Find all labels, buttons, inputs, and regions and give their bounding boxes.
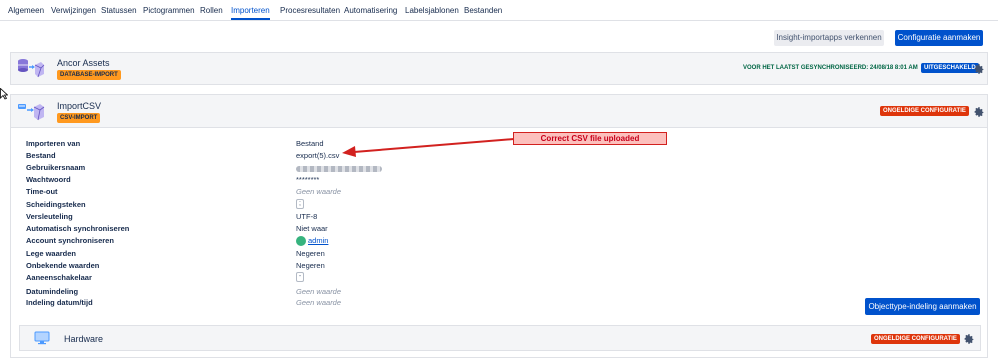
tab-labelsjablonen[interactable]: Labelsjablonen: [405, 6, 459, 15]
property-value: Geen waarde: [296, 187, 342, 196]
create-configuration-button[interactable]: Configuratie aanmaken: [895, 30, 983, 46]
csv-import-icon: [18, 104, 45, 121]
property-value: Geen waarde: [296, 287, 342, 296]
tab-algemeen[interactable]: Algemeen: [8, 6, 44, 15]
property-value: Negeren: [296, 249, 325, 258]
property-label: Lege waarden: [26, 249, 77, 258]
object-type-mapping-hardware[interactable]: Hardware ONGELDIGE CONFIGURATIE: [19, 325, 981, 351]
mouse-cursor-icon: [0, 88, 8, 100]
property-label: Wachtwoord: [26, 175, 71, 184]
tab-rollen[interactable]: Rollen: [200, 6, 223, 15]
password-value: ********: [296, 175, 320, 184]
import-title[interactable]: ImportCSV: [57, 101, 101, 111]
import-header: ImportCSV CSV-IMPORT ONGELDIGE CONFIGURA…: [11, 95, 987, 128]
property-label: Versleuteling: [26, 212, 73, 221]
settings-tabs: Algemeen Verwijzingen Statussen Pictogra…: [0, 0, 998, 21]
tab-statussen[interactable]: Statussen: [101, 6, 137, 15]
tab-automatisering[interactable]: Automatisering: [344, 6, 397, 15]
property-label: Importeren van: [26, 139, 81, 148]
property-label: Onbekende waarden: [26, 261, 100, 270]
property-label: Account synchroniseren: [26, 236, 114, 245]
account-link[interactable]: admin: [308, 236, 328, 245]
property-value: Geen waarde: [296, 298, 342, 307]
tab-pictogrammen[interactable]: Pictogrammen: [143, 6, 195, 15]
import-config-importcsv: ImportCSV CSV-IMPORT ONGELDIGE CONFIGURA…: [10, 94, 988, 358]
avatar: [296, 236, 306, 246]
gear-icon[interactable]: [973, 106, 985, 118]
last-synced-text: VOOR HET LAATST GESYNCHRONISEERD: 24/08/…: [743, 65, 918, 71]
username-value-blurred: [296, 165, 382, 174]
gear-icon[interactable]: [973, 63, 985, 75]
tab-procesresultaten[interactable]: Procesresultaten: [280, 6, 340, 15]
annotation-callout: Correct CSV file uploaded: [513, 132, 667, 145]
database-import-icon: [18, 59, 45, 78]
gear-icon[interactable]: [963, 333, 975, 345]
import-title[interactable]: Ancor Assets: [57, 58, 110, 68]
property-label: Time-out: [26, 187, 58, 196]
monitor-icon: [34, 331, 50, 345]
property-label: Aaneenschakelaar: [26, 273, 92, 282]
separator-value: ;: [296, 199, 304, 209]
status-badge: ONGELDIGE CONFIGURATIE: [871, 334, 960, 344]
tab-bestanden[interactable]: Bestanden: [464, 6, 502, 15]
import-type-badge: DATABASE-IMPORT: [57, 70, 121, 80]
file-name-value: export(5).csv: [296, 151, 340, 160]
property-label: Automatisch synchroniseren: [26, 224, 130, 233]
mapping-title[interactable]: Hardware: [64, 334, 103, 344]
property-value: UTF-8: [296, 212, 318, 221]
annotation-arrow-icon: [342, 138, 515, 157]
import-config-ancor-assets: Ancor Assets DATABASE-IMPORT VOOR HET LA…: [10, 52, 988, 85]
property-label: Bestand: [26, 151, 56, 160]
import-type-badge: CSV-IMPORT: [57, 113, 101, 123]
property-value: Bestand: [296, 139, 324, 148]
explore-import-apps-button[interactable]: Insight-importapps verkennen: [774, 30, 884, 46]
tab-verwijzingen[interactable]: Verwijzingen: [51, 6, 96, 15]
property-label: Indeling datum/tijd: [26, 298, 93, 307]
create-object-type-mapping-button[interactable]: Objecttype-indeling aanmaken: [865, 298, 980, 315]
property-label: Datumindeling: [26, 287, 79, 296]
property-value: Niet waar: [296, 224, 328, 233]
property-value: Negeren: [296, 261, 325, 270]
property-label: Scheidingsteken: [26, 200, 86, 209]
concatenator-value: -: [296, 272, 304, 282]
status-badge: ONGELDIGE CONFIGURATIE: [880, 106, 969, 116]
property-label: Gebruikersnaam: [26, 163, 86, 172]
status-badge: UITGESCHAKELD: [921, 63, 979, 73]
tab-importeren[interactable]: Importeren: [231, 6, 270, 20]
